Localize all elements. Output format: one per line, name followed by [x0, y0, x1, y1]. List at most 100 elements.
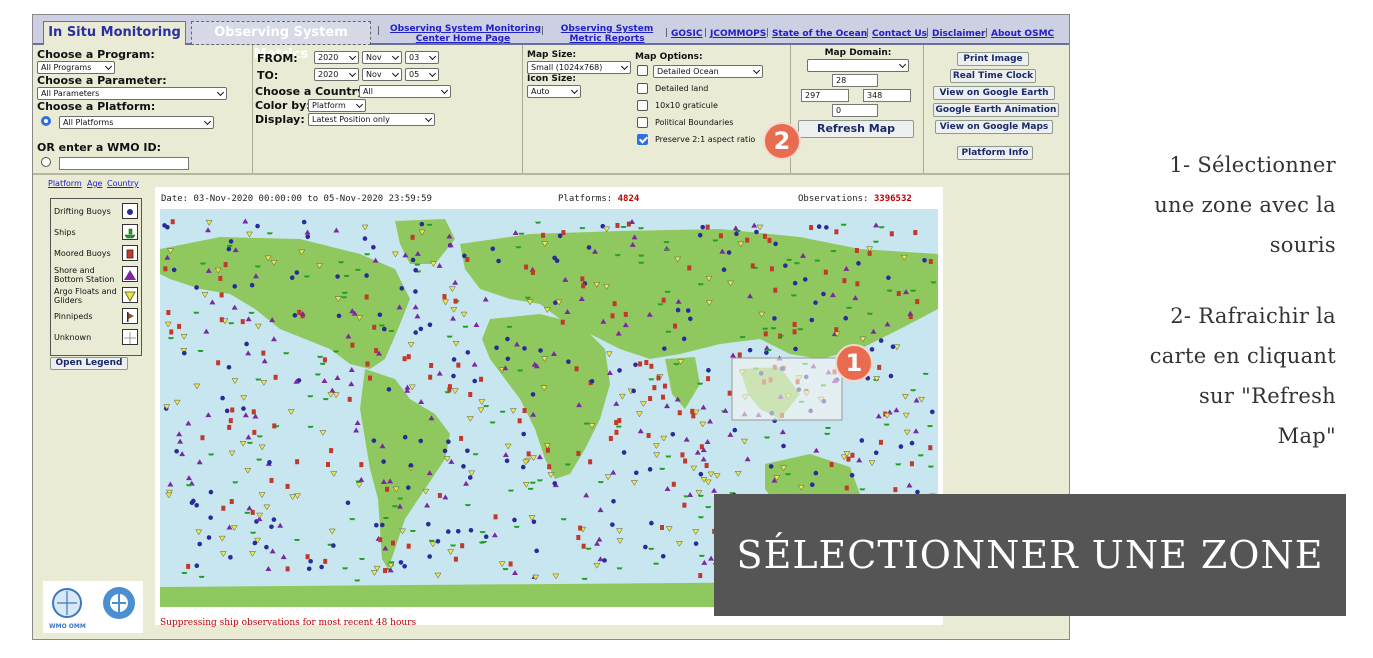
platform-marker [656, 375, 661, 381]
domain-north-input[interactable]: 28 [832, 74, 878, 87]
detailed-land-checkbox[interactable] [637, 83, 648, 94]
refresh-map-button[interactable]: Refresh Map [798, 120, 914, 138]
platform-marker [437, 492, 442, 498]
platform-marker [691, 413, 696, 419]
platform-marker [909, 461, 914, 467]
platform-marker [216, 360, 221, 366]
legend-item: Drifting Buoys [54, 201, 140, 222]
tab-observing-system-metrics[interactable]: Observing System Metrics [191, 21, 371, 62]
color-age-link[interactable]: Age [87, 179, 102, 188]
platform-marker [610, 522, 615, 527]
gosic-link[interactable]: GOSIC [671, 29, 702, 39]
ocean-checkbox[interactable] [637, 65, 648, 76]
view-google-maps-button[interactable]: View on Google Maps [935, 120, 1053, 134]
platform-marker [671, 481, 676, 487]
display-select[interactable]: Latest Position only [308, 113, 435, 126]
platform-marker [588, 459, 593, 465]
to-year-select[interactable]: 2020 [314, 68, 359, 81]
parameter-select[interactable]: All Parameters [37, 87, 227, 100]
platform-marker [255, 378, 262, 381]
platform-marker [856, 261, 861, 266]
map-domain-select[interactable] [807, 59, 909, 72]
google-earth-animation-button[interactable]: Google Earth Animation [933, 103, 1059, 117]
about-osmc-link[interactable]: About OSMC [991, 29, 1054, 39]
platform-marker [517, 369, 524, 372]
from-month-select[interactable]: Nov [362, 51, 402, 64]
platform-marker [342, 567, 349, 570]
program-select[interactable]: All Programs [37, 61, 115, 74]
platform-marker [726, 250, 732, 255]
legend-label: Pinnipeds [54, 312, 93, 321]
platforms-value: 4824 [617, 194, 640, 204]
platform-marker [219, 317, 224, 323]
from-day-select[interactable]: 03 [405, 51, 439, 64]
disclaimer-link[interactable]: Disclaimer [932, 29, 985, 39]
platform-marker [442, 448, 448, 454]
country-select[interactable]: All [359, 85, 451, 98]
platform-marker [244, 341, 249, 347]
open-legend-button[interactable]: Open Legend [50, 357, 128, 370]
to-day-select[interactable]: 05 [405, 68, 439, 81]
selection-rectangle[interactable] [731, 357, 843, 421]
color-by-select[interactable]: Platform [308, 99, 366, 112]
platform-marker [842, 278, 847, 284]
platform-marker [683, 458, 688, 464]
platform-marker [362, 236, 368, 241]
platform-marker [682, 502, 687, 508]
platform-marker [264, 544, 269, 550]
to-month-select[interactable]: Nov [362, 68, 402, 81]
platform-marker [419, 221, 425, 227]
tab-in-situ-monitoring[interactable]: In Situ Monitoring [43, 21, 186, 45]
platform-marker [385, 486, 390, 492]
state-of-ocean-link[interactable]: State of the Ocean [772, 29, 867, 39]
platform-marker [768, 464, 774, 469]
contact-us-link[interactable]: Contact Us [872, 29, 927, 39]
instruction-line: souris [1269, 233, 1336, 257]
domain-south-input[interactable]: 0 [832, 104, 878, 117]
wmo-id-label: OR enter a WMO ID: [37, 141, 162, 154]
view-google-earth-button[interactable]: View on Google Earth [933, 86, 1055, 100]
platform-marker [617, 368, 622, 373]
platform-marker [220, 395, 225, 401]
platform-marker [843, 315, 849, 321]
map-size-select[interactable]: Small (1024x768) [527, 61, 631, 74]
jcommops-link[interactable]: JCOMMOPS [710, 29, 766, 39]
metric-reports-link[interactable]: Observing System Metric Reports [553, 24, 661, 44]
platform-marker [391, 540, 396, 546]
color-country-link[interactable]: Country [107, 179, 139, 188]
platform-marker [181, 350, 187, 356]
platform-marker [840, 223, 847, 226]
platform-marker [465, 257, 470, 263]
platform-marker [631, 388, 636, 394]
color-platform-link[interactable]: Platform [48, 179, 82, 188]
ocean-select[interactable]: Detailed Ocean [653, 65, 763, 78]
wmo-id-radio[interactable] [41, 157, 51, 167]
platform-marker [171, 267, 177, 273]
platform-marker [226, 364, 232, 370]
graticule-checkbox[interactable] [637, 100, 648, 111]
icon-size-select[interactable]: Auto [527, 85, 581, 98]
print-image-button[interactable]: Print Image [957, 52, 1029, 66]
platform-radio[interactable] [41, 116, 51, 126]
platform-select[interactable]: All Platforms [59, 116, 214, 129]
aspect-ratio-checkbox[interactable] [637, 134, 648, 145]
platform-marker [200, 435, 205, 441]
platform-marker [813, 300, 818, 305]
domain-west-input[interactable]: 297 [801, 89, 849, 102]
wmo-id-input[interactable] [59, 157, 189, 170]
home-page-link[interactable]: Observing System Monitoring Center Home … [390, 24, 541, 44]
platform-marker [721, 267, 727, 273]
from-year-select[interactable]: 2020 [314, 51, 359, 64]
platform-marker [337, 261, 344, 264]
political-boundaries-checkbox[interactable] [637, 117, 648, 128]
platform-marker [444, 391, 451, 394]
platform-marker [638, 227, 645, 230]
platform-marker [462, 325, 469, 328]
domain-east-input[interactable]: 348 [863, 89, 911, 102]
platform-marker [638, 254, 645, 257]
platform-marker [372, 324, 377, 330]
platform-marker [614, 429, 619, 435]
real-time-clock-button[interactable]: Real Time Clock [950, 69, 1036, 83]
platform-marker [611, 498, 616, 504]
platform-info-button[interactable]: Platform Info [957, 146, 1033, 160]
